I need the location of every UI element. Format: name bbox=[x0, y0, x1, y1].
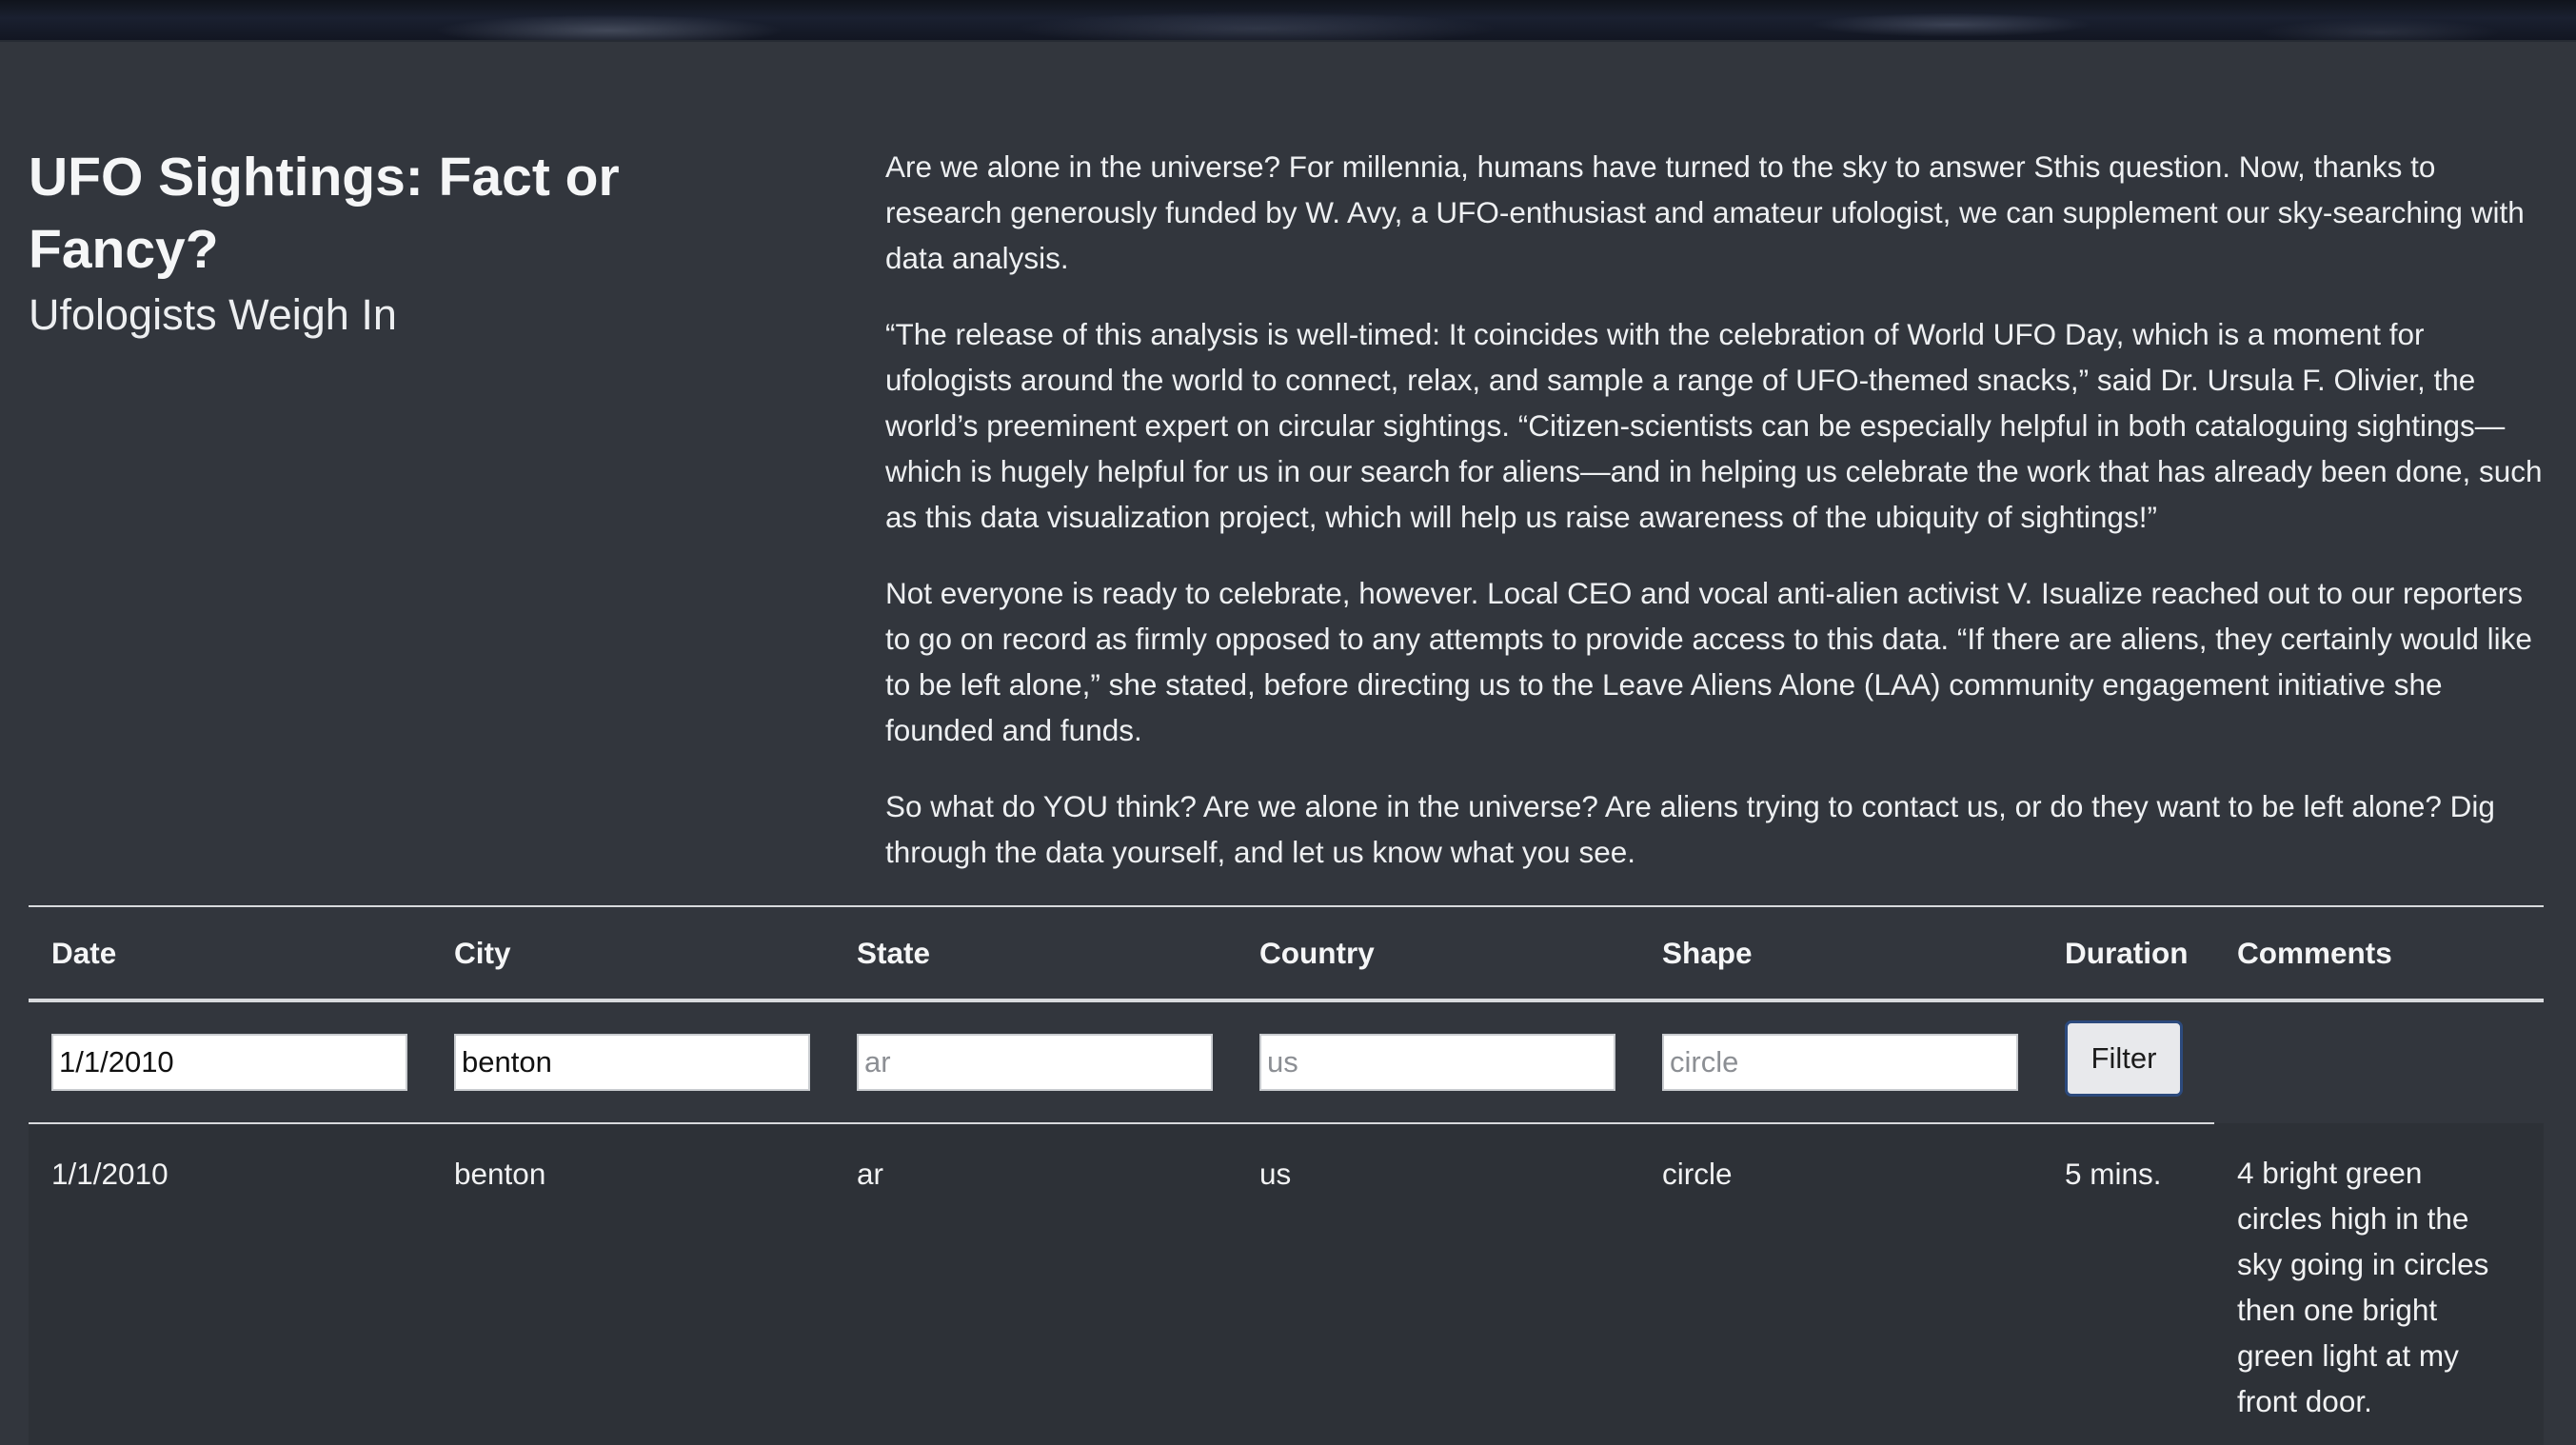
cell-state: ar bbox=[834, 1123, 1237, 1445]
article-paragraph: Not everyone is ready to celebrate, howe… bbox=[885, 576, 2532, 747]
headline: UFO Sightings: Fact or Fancy? Ufologists… bbox=[29, 141, 809, 345]
table-row: 1/1/2010 benton ar us circle 5 mins. 4 b… bbox=[29, 1123, 2544, 1445]
sightings-table-container: Date City State Country Shape Duration C… bbox=[29, 905, 2544, 1445]
filter-cell-date bbox=[29, 1000, 431, 1124]
country-filter-input[interactable] bbox=[1259, 1034, 1615, 1091]
intro-section: UFO Sightings: Fact or Fancy? Ufologists… bbox=[0, 42, 2576, 1445]
hero-banner bbox=[0, 0, 2576, 42]
filter-cell-shape bbox=[1639, 1000, 2042, 1124]
table-header-row: Date City State Country Shape Duration C… bbox=[29, 905, 2544, 1002]
column-header-country: Country bbox=[1237, 905, 1639, 1002]
shape-filter-input[interactable] bbox=[1662, 1034, 2018, 1091]
filter-cell-country bbox=[1237, 1000, 1639, 1124]
date-filter-input[interactable] bbox=[51, 1034, 407, 1091]
cell-duration: 5 mins. bbox=[2042, 1123, 2214, 1445]
filter-cell-empty bbox=[2214, 1000, 2544, 1123]
article-paragraph: Are we alone in the universe? For millen… bbox=[885, 149, 2525, 275]
state-filter-input[interactable] bbox=[857, 1034, 1213, 1091]
sightings-table: Date City State Country Shape Duration C… bbox=[29, 905, 2544, 1445]
page-subtitle: Ufologists Weigh In bbox=[29, 290, 397, 339]
article-paragraph: “The release of this analysis is well-ti… bbox=[885, 317, 2543, 534]
cell-city: benton bbox=[431, 1123, 834, 1445]
filter-cell-city bbox=[431, 1000, 834, 1124]
column-header-state: State bbox=[834, 905, 1237, 1002]
filter-cell-state bbox=[834, 1000, 1237, 1124]
filter-row: Filter bbox=[29, 1000, 2544, 1124]
article-body: Are we alone in the universe? For millen… bbox=[885, 144, 2546, 905]
page-title: UFO Sightings: Fact or Fancy? bbox=[29, 147, 620, 280]
column-header-date: Date bbox=[29, 905, 431, 1002]
cell-shape: circle bbox=[1639, 1123, 2042, 1445]
column-header-duration: Duration bbox=[2042, 905, 2214, 1002]
column-header-city: City bbox=[431, 905, 834, 1002]
article-paragraph: So what do YOU think? Are we alone in th… bbox=[885, 789, 2495, 869]
column-header-shape: Shape bbox=[1639, 905, 2042, 1002]
filter-button[interactable]: Filter bbox=[2065, 1020, 2183, 1097]
cell-comments: 4 bright green circles high in the sky g… bbox=[2214, 1123, 2544, 1445]
city-filter-input[interactable] bbox=[454, 1034, 810, 1091]
cell-date: 1/1/2010 bbox=[29, 1123, 431, 1445]
cell-country: us bbox=[1237, 1123, 1639, 1445]
column-header-comments: Comments bbox=[2214, 905, 2544, 1002]
filter-cell-button: Filter bbox=[2042, 1000, 2214, 1124]
